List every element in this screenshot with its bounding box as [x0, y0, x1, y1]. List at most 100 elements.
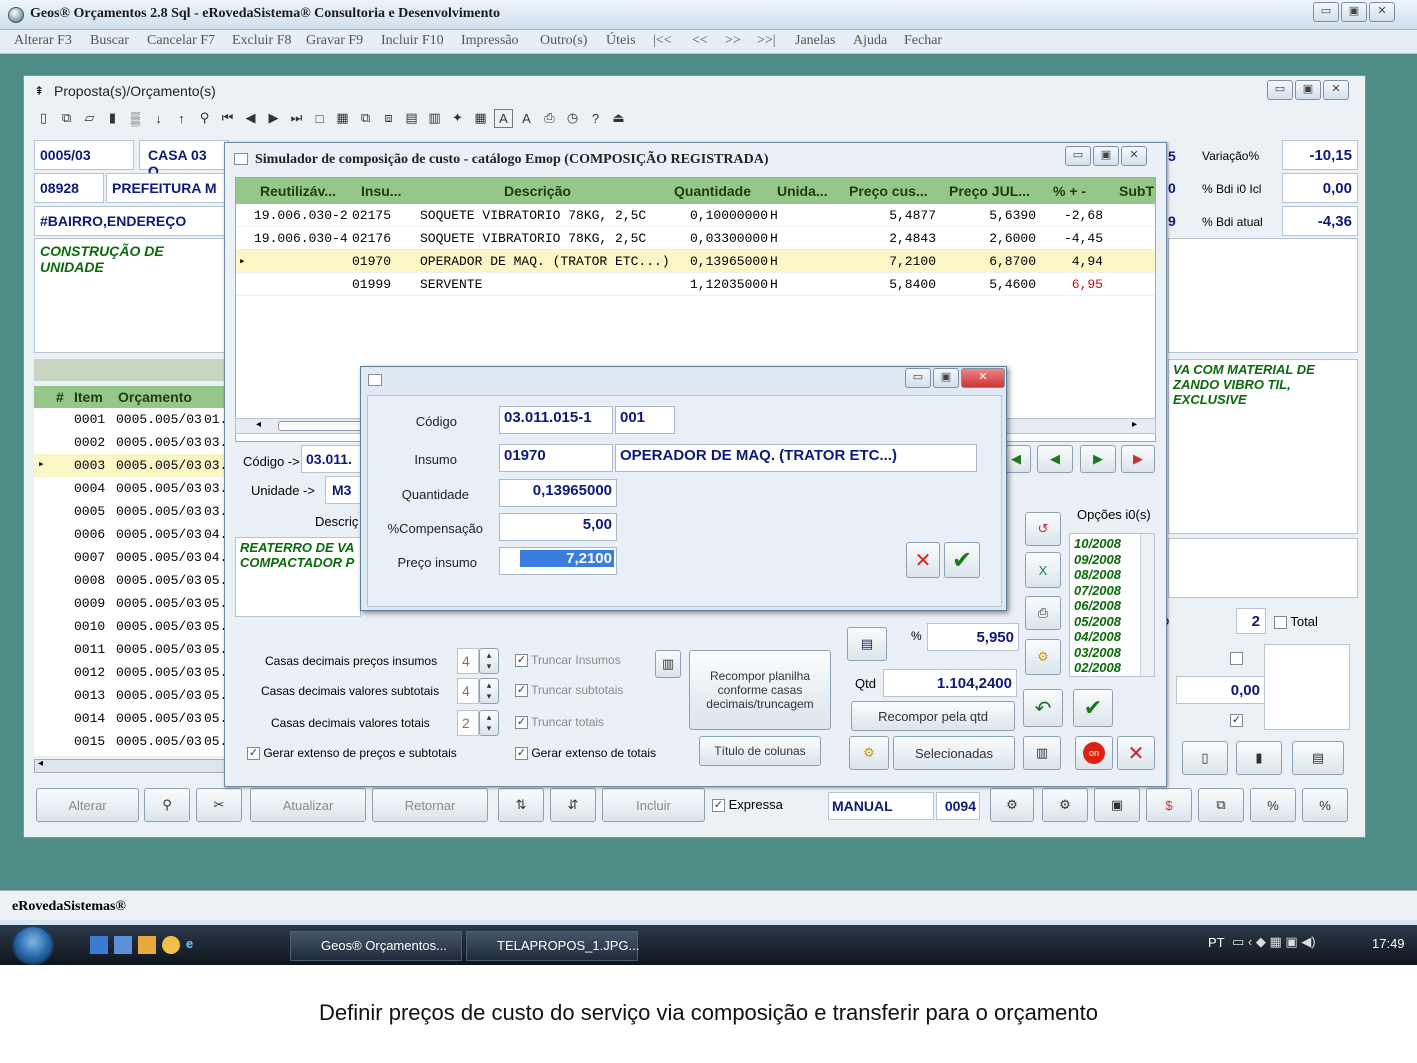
delete-icon[interactable]: ▮	[103, 109, 122, 128]
opcao-item[interactable]: 04/2008	[1074, 629, 1121, 644]
quantidade-field[interactable]: 0,13965000	[499, 479, 617, 507]
opcao-item[interactable]: 05/2008	[1074, 614, 1121, 629]
col-item[interactable]: Item	[74, 389, 103, 405]
total-checkbox[interactable]	[1274, 616, 1287, 630]
option-checkbox-2[interactable]: ✓	[1230, 712, 1243, 728]
table-row[interactable]: 0004 0005.005/03 03.	[34, 477, 229, 500]
codigo-field[interactable]: 03.011.015-1	[499, 406, 613, 434]
money-icon[interactable]: $	[1146, 788, 1192, 822]
truncar-insumos-wrap[interactable]: ✓ Truncar Insumos	[515, 653, 621, 668]
proposta-name[interactable]: CASA 03 Q	[139, 140, 229, 179]
menu-item-10[interactable]: <<	[692, 33, 708, 49]
search-icon[interactable]: ⚲	[144, 788, 190, 822]
menu-item-1[interactable]: Buscar	[90, 33, 129, 49]
table-row[interactable]: ▸ 0003 0005.005/03 03.	[34, 454, 229, 477]
table-row[interactable]: 0014 0005.005/03 05.	[34, 707, 229, 730]
table-row[interactable]: 01999 SERVENTE 1,12035000 H 5,8400 5,4600 6,95	[236, 273, 1155, 296]
casas-subtotais-spinner[interactable]: ▴ ▾	[479, 678, 499, 704]
col-reutilizavel[interactable]: Reutilizáv...	[260, 183, 336, 199]
casas-totais-spinner[interactable]: ▴ ▾	[479, 710, 499, 736]
percent-alt-icon[interactable]: %	[1302, 788, 1348, 822]
table-row[interactable]: ▸ 01970 OPERADOR DE MAQ. (TRATOR ETC...) 0,…	[236, 250, 1155, 273]
minimize-icon[interactable]: ▭	[1313, 2, 1339, 22]
print-icon[interactable]: ⎙	[540, 109, 559, 128]
col-subtotal[interactable]: SubT	[1119, 183, 1154, 199]
print-icon[interactable]: ⎙	[1025, 596, 1061, 630]
minimize-icon[interactable]: ▭	[905, 368, 931, 388]
sort-za-icon[interactable]: ⇵	[550, 788, 596, 822]
right-green-memo[interactable]: VA COM MATERIAL DE ZANDO VIBRO TIL, EXCL…	[1168, 359, 1358, 534]
preco-insumo-field[interactable]: 7,2100	[499, 547, 617, 575]
copy-icon[interactable]: ⧉	[1198, 788, 1244, 822]
cancel-x-icon[interactable]: ✕	[1117, 736, 1155, 770]
start-button[interactable]	[12, 925, 54, 965]
manual-code[interactable]: 0094	[936, 792, 980, 820]
menu-item-15[interactable]: Fechar	[904, 33, 942, 49]
media-icon[interactable]	[138, 936, 156, 954]
retornar-button[interactable]: Retornar	[372, 788, 488, 822]
trash-icon[interactable]: ▥	[1023, 736, 1061, 770]
compensacao-field[interactable]: 5,00	[499, 513, 617, 541]
sort-desc-icon[interactable]: ↑	[172, 109, 191, 128]
confirm-check-icon[interactable]: ✔	[1073, 689, 1113, 727]
expressa-checkbox[interactable]: ✓	[712, 799, 725, 813]
open-icon[interactable]: ▱	[80, 109, 99, 128]
last-page-icon[interactable]: ▮	[1236, 741, 1282, 775]
qty-field[interactable]: 2	[1236, 608, 1266, 634]
option-checkbox-1[interactable]	[1230, 650, 1243, 666]
menu-item-6[interactable]: Impressão	[461, 33, 519, 49]
opcao-item[interactable]: 02/2008	[1074, 660, 1121, 675]
menu-item-0[interactable]: Alterar F3	[14, 33, 72, 49]
table-row[interactable]: 0011 0005.005/03 05.	[34, 638, 229, 661]
restore-icon[interactable]: ▣	[1093, 146, 1119, 166]
table-row[interactable]: 0010 0005.005/03 05.	[34, 615, 229, 638]
confirm-check-icon[interactable]: ✔	[944, 542, 980, 578]
taskbar-geos-button[interactable]: Geos® Orçamentos...	[290, 931, 462, 961]
redo-arrow-icon[interactable]: ↶	[1023, 689, 1063, 727]
col-hash[interactable]: #	[56, 389, 64, 405]
copy-icon[interactable]: ⧉	[57, 109, 76, 128]
minimize-icon[interactable]: ▭	[1267, 80, 1293, 100]
insumo-desc-field[interactable]: OPERADOR DE MAQ. (TRATOR ETC...)	[615, 444, 977, 472]
help-icon[interactable]: ?	[586, 109, 605, 128]
copy-records-icon[interactable]: ⧉	[356, 109, 375, 128]
clipboard-icon[interactable]: ▥	[655, 650, 681, 678]
menu-item-9[interactable]: |<<	[653, 33, 672, 49]
col-preco-custo[interactable]: Preço cus...	[849, 183, 928, 199]
font-color-icon[interactable]: A	[517, 109, 536, 128]
clock[interactable]: 17:49	[1372, 936, 1405, 951]
gear-icon[interactable]: ⚙	[1025, 639, 1061, 675]
menu-item-13[interactable]: Janelas	[795, 33, 835, 49]
sort-asc-icon[interactable]: ↓	[149, 109, 168, 128]
description-field[interactable]: CONSTRUÇÃO DE UNIDADE	[34, 238, 229, 353]
opcoes-list[interactable]: 10/2008 09/2008 08/2008 07/2008 06/2008 05/20…	[1069, 533, 1155, 677]
opcao-item[interactable]: 09/2008	[1074, 552, 1121, 567]
casas-totais-field[interactable]: 2	[457, 710, 479, 736]
col-orcamento[interactable]: Orçamento	[118, 389, 192, 405]
table-row[interactable]: 0012 0005.005/03 05.	[34, 661, 229, 684]
menu-item-2[interactable]: Cancelar F7	[147, 33, 215, 49]
bdi-icl-value[interactable]: 0,00	[1282, 173, 1358, 203]
titulo-colunas-button[interactable]: Título de colunas	[699, 736, 821, 766]
window-icon[interactable]: □	[310, 109, 329, 128]
table-row[interactable]: 0007 0005.005/03 04.	[34, 546, 229, 569]
col-insumo[interactable]: Insu...	[361, 183, 401, 199]
casas-subtotais-field[interactable]: 4	[457, 678, 479, 704]
col-preco-jul[interactable]: Preço JUL...	[949, 183, 1030, 199]
close-icon[interactable]: ✕	[961, 368, 1005, 388]
variacao-value[interactable]: -10,15	[1282, 140, 1358, 170]
truncar-totais-wrap[interactable]: ✓ Truncar totais	[515, 715, 604, 730]
opcao-item[interactable]: 03/2008	[1074, 645, 1121, 660]
last-record-icon[interactable]: ⏭	[287, 109, 306, 128]
incluir-button[interactable]: Incluir	[602, 788, 705, 822]
gerar-precos-wrap[interactable]: ✓ Gerar extenso de preços e subtotais	[247, 746, 457, 761]
notes-memo[interactable]	[1264, 644, 1350, 730]
menu-item-3[interactable]: Excluir F8	[232, 33, 292, 49]
clipboard-icon[interactable]: ▥	[425, 109, 444, 128]
table-row[interactable]: 0001 0005.005/03 01.	[34, 408, 229, 431]
table-row[interactable]: 0008 0005.005/03 05.	[34, 569, 229, 592]
grid-icon[interactable]: ▦	[333, 109, 352, 128]
menu-item-8[interactable]: Úteis	[606, 33, 636, 49]
minimize-icon[interactable]: ▭	[1065, 146, 1091, 166]
recompor-planilha-button[interactable]: Recompor planilha conforme casas decimai…	[689, 650, 831, 730]
